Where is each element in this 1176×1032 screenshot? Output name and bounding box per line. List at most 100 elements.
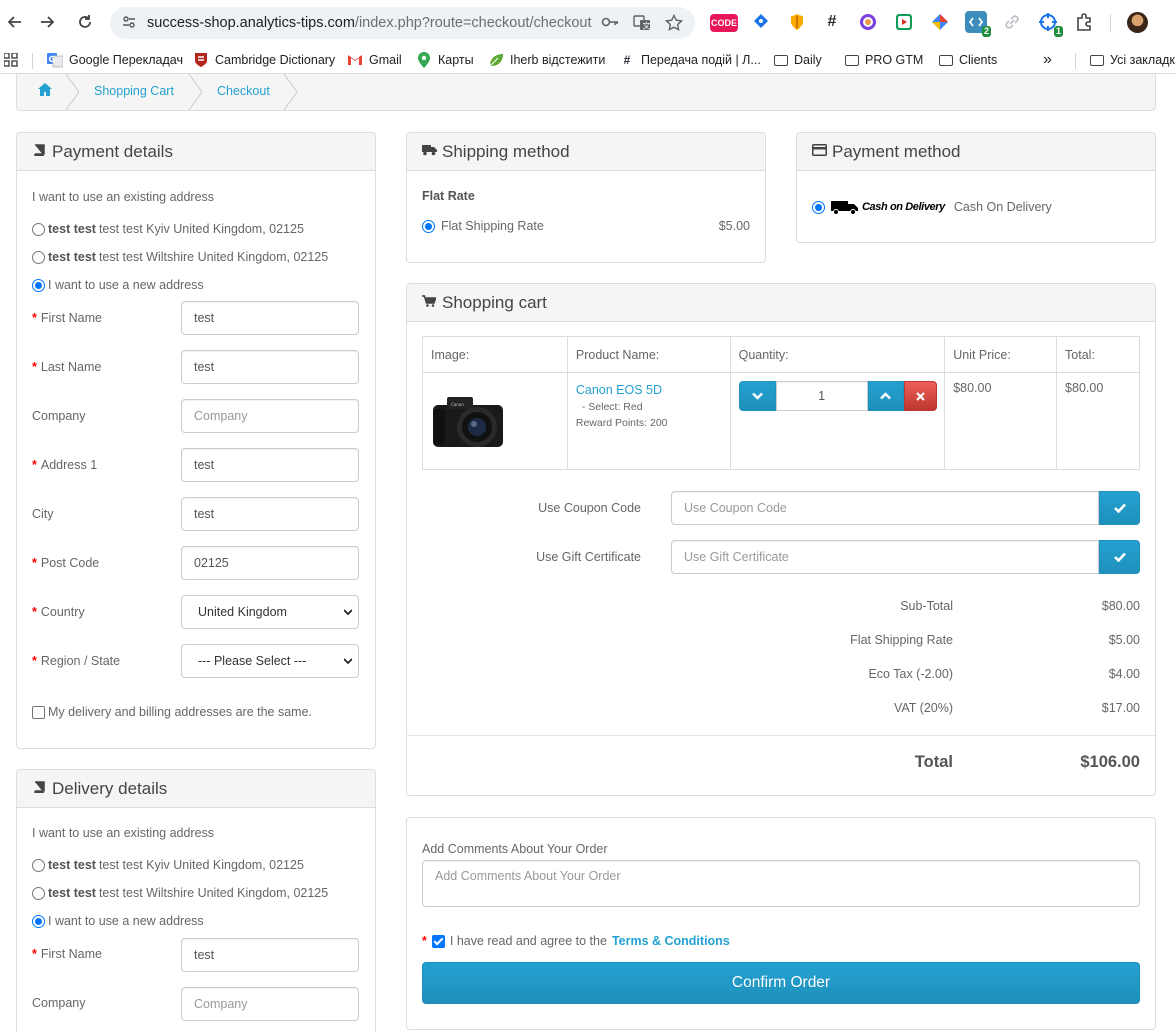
- address1-input[interactable]: test: [181, 448, 359, 482]
- quantity-input[interactable]: 1: [775, 381, 868, 411]
- apps-grid-icon[interactable]: [4, 51, 18, 69]
- shield-extension-icon[interactable]: [786, 11, 808, 33]
- dev-extension-icon[interactable]: 2: [965, 11, 991, 37]
- forward-icon[interactable]: [34, 8, 62, 36]
- hashtag-extension-icon[interactable]: #: [821, 11, 843, 33]
- apply-coupon-button[interactable]: [1099, 491, 1140, 525]
- bookmark-cambridge[interactable]: Cambridge Dictionary: [193, 51, 335, 69]
- svg-text:Canon: Canon: [451, 402, 464, 407]
- company-label: Company: [32, 996, 86, 1010]
- radio-button[interactable]: [32, 914, 45, 928]
- coupon-label: Use Coupon Code: [538, 501, 641, 515]
- delivery-address-option[interactable]: test test test test Kyiv United Kingdom,…: [32, 858, 304, 872]
- bookmark-iherb[interactable]: Iherb відстежити: [488, 51, 605, 69]
- shipping-total-value: $5.00: [1108, 633, 1140, 647]
- flat-rate-heading: Flat Rate: [422, 189, 475, 203]
- bookmarks-divider: [32, 53, 33, 69]
- folder-icon: [939, 54, 953, 66]
- product-image[interactable]: Canon: [431, 389, 513, 451]
- breadcrumb-checkout[interactable]: Checkout: [217, 84, 270, 98]
- delivery-first-name-input[interactable]: test: [181, 938, 359, 972]
- apply-gift-certificate-button[interactable]: [1099, 540, 1140, 574]
- bookmarks-bar: G Google Перекладач Cambridge Dictionary…: [0, 46, 1176, 74]
- link-extension-icon[interactable]: [1001, 11, 1023, 33]
- radio-button[interactable]: [812, 200, 825, 214]
- same-address-checkbox[interactable]: [32, 705, 45, 719]
- more-bookmarks-button[interactable]: »: [1043, 51, 1052, 69]
- bookmark-gmail[interactable]: Gmail: [347, 51, 402, 69]
- company-input[interactable]: Company: [181, 399, 359, 433]
- bookmark-pro-gtm[interactable]: PRO GTM: [845, 51, 923, 69]
- city-label: City: [32, 507, 54, 521]
- payment-new-address-option[interactable]: I want to use a new address: [32, 278, 204, 292]
- home-icon[interactable]: [38, 83, 52, 99]
- increase-quantity-button[interactable]: [867, 381, 904, 411]
- shopping-cart-heading: Shopping cart: [407, 284, 1155, 322]
- flat-shipping-option[interactable]: Flat Shipping Rate: [422, 219, 544, 233]
- cash-on-delivery-option[interactable]: Cash on Delivery Cash On Delivery: [812, 199, 1052, 215]
- diamond-extension-icon[interactable]: [929, 11, 951, 33]
- confirm-order-button[interactable]: Confirm Order: [422, 962, 1140, 1004]
- country-select[interactable]: United Kingdom: [181, 595, 359, 629]
- product-image-cell: Canon: [422, 372, 568, 470]
- truck-icon: [422, 144, 437, 159]
- bookmark-google-translate[interactable]: G Google Перекладач: [47, 51, 183, 69]
- address-bar[interactable]: success-shop.analytics-tips.com/index.ph…: [110, 7, 695, 39]
- radio-button[interactable]: [32, 278, 45, 292]
- postcode-label: * Post Code: [32, 556, 100, 570]
- region-select[interactable]: --- Please Select ---: [181, 644, 359, 678]
- site-info-icon[interactable]: [120, 14, 138, 32]
- extensions-puzzle-icon[interactable]: [1073, 11, 1095, 33]
- payment-address-option[interactable]: test test test test Kyiv United Kingdom,…: [32, 222, 304, 236]
- radio-button[interactable]: [422, 219, 435, 233]
- book-icon: [32, 144, 46, 159]
- grand-total-label: Total: [914, 753, 953, 771]
- youtube-extension-icon[interactable]: [893, 11, 915, 33]
- city-input[interactable]: test: [181, 497, 359, 531]
- bookmark-star-icon[interactable]: [664, 13, 684, 32]
- back-icon[interactable]: [0, 8, 28, 36]
- remove-item-button[interactable]: [903, 381, 937, 411]
- svg-text:文: 文: [643, 21, 651, 31]
- radio-button[interactable]: [32, 222, 45, 236]
- payment-address-option[interactable]: test test test test Wiltshire United Kin…: [32, 250, 328, 264]
- product-name-link[interactable]: Canon EOS 5D: [576, 383, 722, 397]
- breadcrumb-shopping-cart[interactable]: Shopping Cart: [94, 84, 174, 98]
- bookmark-events[interactable]: # Передача подій | Л...: [619, 51, 761, 69]
- translate-icon[interactable]: 文: [632, 14, 652, 32]
- postcode-input[interactable]: 02125: [181, 546, 359, 580]
- google-translate-icon: G: [47, 52, 63, 68]
- profile-avatar[interactable]: [1127, 12, 1148, 33]
- reload-icon[interactable]: [71, 8, 99, 36]
- terms-link[interactable]: Terms & Conditions: [612, 934, 730, 948]
- radio-button[interactable]: [32, 250, 45, 264]
- delivery-address-option[interactable]: test test test test Wiltshire United Kin…: [32, 886, 328, 900]
- last-name-input[interactable]: test: [181, 350, 359, 384]
- coupon-input[interactable]: Use Coupon Code: [671, 491, 1099, 525]
- password-key-icon[interactable]: [600, 14, 620, 32]
- bookmark-daily[interactable]: Daily: [774, 51, 822, 69]
- all-bookmarks-button[interactable]: Усі закладк: [1090, 51, 1175, 69]
- first-name-input[interactable]: test: [181, 301, 359, 335]
- crosshair-extension-icon[interactable]: 1: [1037, 11, 1063, 37]
- same-address-option[interactable]: My delivery and billing addresses are th…: [32, 705, 312, 719]
- hashtag-icon: #: [623, 53, 631, 67]
- color-picker-extension-icon[interactable]: [857, 11, 879, 33]
- gift-certificate-input[interactable]: Use Gift Certificate: [671, 540, 1099, 574]
- radio-button[interactable]: [32, 886, 45, 900]
- comments-textarea[interactable]: Add Comments About Your Order: [422, 860, 1140, 907]
- delivery-company-input[interactable]: Company: [181, 987, 359, 1021]
- bookmark-clients[interactable]: Clients: [939, 51, 997, 69]
- column-header: Total:: [1056, 336, 1140, 373]
- tag-assistant-extension-icon[interactable]: [750, 11, 772, 33]
- gmail-icon: [347, 52, 363, 68]
- quantity-stepper: 1: [738, 381, 937, 411]
- payment-method-panel: Payment method Cash on Delivery Cash On …: [796, 132, 1156, 243]
- terms-checkbox[interactable]: [431, 934, 445, 948]
- bookmark-maps[interactable]: Карты: [416, 51, 474, 69]
- radio-button[interactable]: [32, 858, 45, 872]
- eco-tax-label: Eco Tax (-2.00): [868, 667, 953, 681]
- delivery-new-address-option[interactable]: I want to use a new address: [32, 914, 204, 928]
- decrease-quantity-button[interactable]: [738, 381, 776, 411]
- code-extension-icon[interactable]: CODE: [710, 14, 738, 32]
